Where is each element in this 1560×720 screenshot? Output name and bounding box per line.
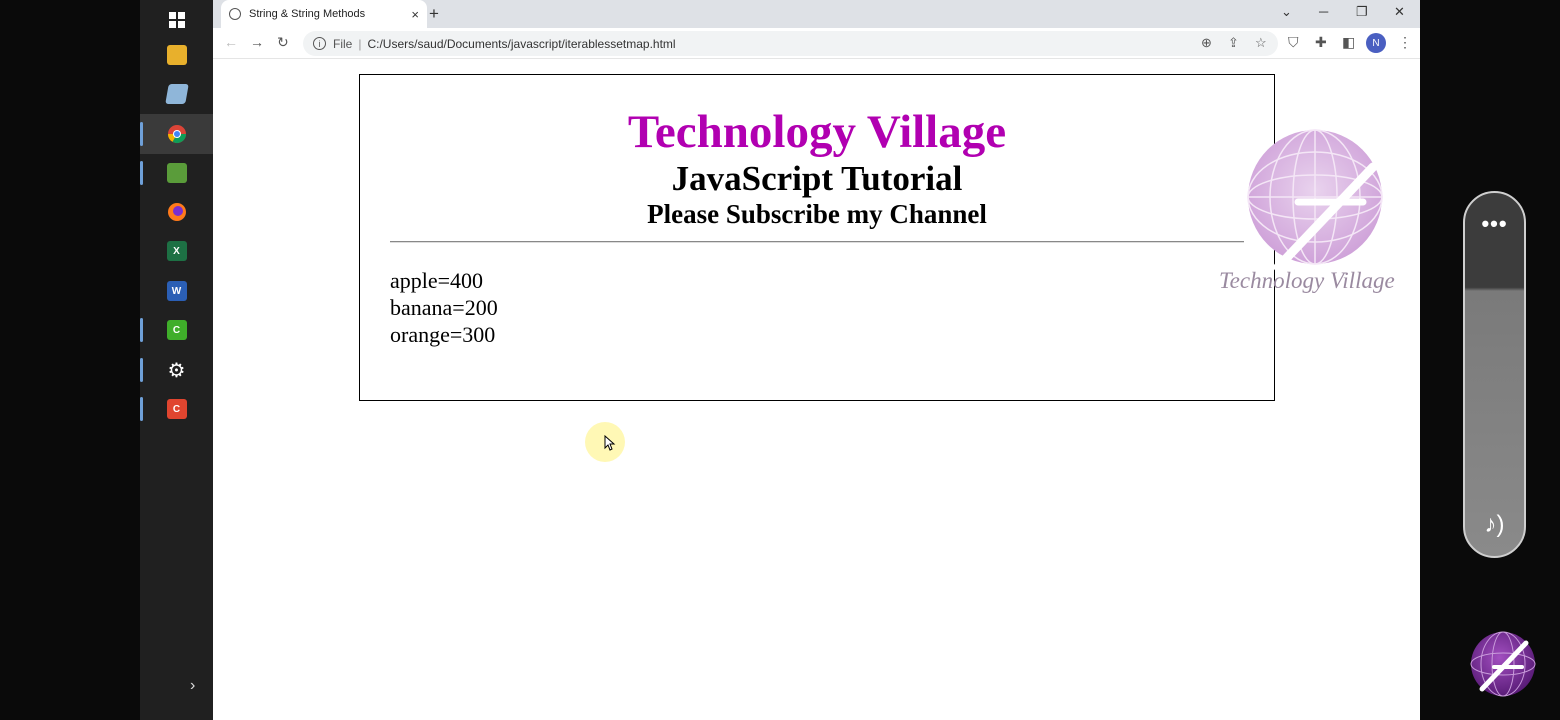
windows-icon — [168, 12, 185, 28]
notepad-button[interactable] — [140, 74, 213, 114]
watermark-text: Technology Village — [1219, 268, 1395, 293]
mouse-pointer-icon — [604, 434, 616, 451]
excel-icon: X — [166, 241, 187, 261]
side-panel-icon[interactable]: ◧ — [1342, 34, 1355, 51]
tab-close-icon[interactable]: × — [411, 7, 419, 22]
subscribe-text: Please Subscribe my Channel — [647, 199, 987, 229]
chrome-button[interactable] — [140, 114, 213, 154]
address-bar[interactable]: i File | C:/Users/saud/Documents/javascr… — [303, 31, 1278, 56]
output-line: orange=300 — [390, 322, 496, 347]
toolbar: ← → ↻ i File | C:/Users/saud/Documents/j… — [213, 28, 1420, 59]
word-button[interactable]: W — [140, 271, 213, 311]
screen: X W C ⚙ C › String & String Methods × + … — [0, 0, 1560, 720]
word-icon: W — [166, 281, 187, 301]
new-tab-button[interactable]: + — [429, 4, 439, 24]
divider — [390, 241, 1244, 243]
image-editor-icon — [166, 163, 187, 183]
windows-start-button[interactable] — [140, 0, 213, 40]
zoom-icon[interactable]: ⊕ — [1201, 35, 1212, 51]
camtasia-icon: C — [166, 320, 187, 340]
settings-button[interactable]: ⚙ — [140, 350, 213, 390]
minimize-icon[interactable]: ─ — [1319, 4, 1328, 19]
extensions-puzzle-icon[interactable]: ✚ — [1315, 34, 1327, 51]
bookmark-star-icon[interactable]: ☆ — [1255, 35, 1267, 51]
chevron-right-icon[interactable]: › — [190, 677, 195, 695]
folder-icon — [166, 45, 187, 65]
profile-avatar[interactable]: N — [1366, 33, 1386, 53]
camtasia-button[interactable]: C — [140, 310, 213, 350]
floating-side-panel[interactable]: ••• ♪) — [1463, 191, 1526, 558]
back-icon[interactable]: ← — [224, 34, 238, 50]
chrome-icon — [167, 125, 186, 144]
image-editor-button[interactable] — [140, 153, 213, 193]
firefox-icon — [167, 203, 186, 221]
address-separator: | — [358, 36, 362, 51]
tab-active[interactable]: String & String Methods × — [221, 0, 427, 28]
restore-icon[interactable]: ❐ — [1356, 4, 1368, 20]
more-dots-icon[interactable]: ••• — [1465, 211, 1524, 237]
tab-strip: String & String Methods × + ⌄ ─ ❐ ✕ — [213, 0, 1420, 28]
audio-note-icon[interactable]: ♪) — [1465, 511, 1524, 539]
cursor-highlight — [585, 422, 625, 462]
excel-button[interactable]: X — [140, 231, 213, 271]
tab-search-icon[interactable]: ⌄ — [1281, 4, 1292, 20]
open-indicator — [140, 318, 143, 342]
open-indicator — [140, 397, 143, 421]
open-indicator — [140, 161, 143, 185]
recorder-icon: C — [166, 399, 187, 419]
reload-icon[interactable]: ↻ — [277, 34, 289, 51]
open-indicator — [140, 358, 143, 382]
menu-kebab-icon[interactable]: ⋮ — [1398, 34, 1412, 51]
active-indicator — [140, 122, 143, 146]
output-line: banana=200 — [390, 295, 498, 320]
browser-window: String & String Methods × + ⌄ ─ ❐ ✕ ← → … — [213, 0, 1420, 720]
share-icon[interactable]: ⇪ — [1228, 35, 1239, 51]
file-explorer-button[interactable] — [140, 35, 213, 75]
channel-logo-icon — [1470, 631, 1536, 697]
output-line: apple=400 — [390, 268, 484, 293]
page-heading: Technology Village — [627, 106, 1007, 158]
gear-icon: ⚙ — [167, 359, 186, 382]
address-scheme: File — [333, 36, 353, 51]
address-url: C:/Users/saud/Documents/javascript/itera… — [367, 36, 676, 51]
globe-icon — [229, 8, 241, 20]
info-icon[interactable]: i — [313, 37, 326, 50]
firefox-button[interactable] — [140, 192, 213, 232]
close-window-icon[interactable]: ✕ — [1394, 4, 1405, 20]
recorder-button[interactable]: C — [140, 389, 213, 429]
taskbar: X W C ⚙ C — [140, 0, 213, 720]
page-container: Technology Village JavaScript Tutorial P… — [359, 74, 1275, 462]
shield-extension-icon[interactable]: ⛉ — [1288, 34, 1299, 51]
forward-icon[interactable]: → — [250, 34, 264, 50]
page-subheading: JavaScript Tutorial — [671, 159, 963, 198]
tab-title: String & String Methods — [249, 8, 366, 20]
notepad-icon — [164, 84, 189, 104]
